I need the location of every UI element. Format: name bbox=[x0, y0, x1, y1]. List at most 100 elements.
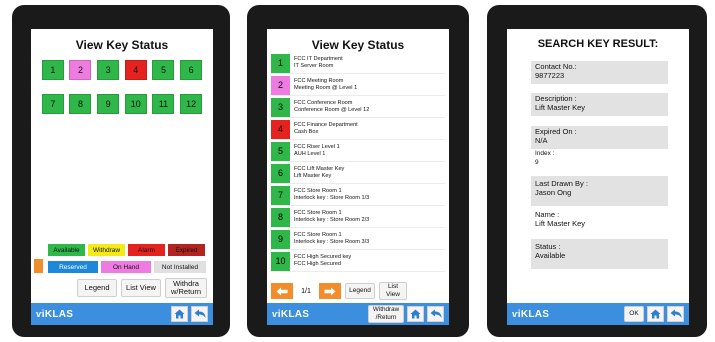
key-slot[interactable]: 11 bbox=[152, 94, 175, 114]
home-icon bbox=[650, 309, 661, 319]
key-description: FCC Conference Room Conference Room @ Lev… bbox=[294, 100, 369, 114]
legend-row-1: Available Withdraw Alarm Expired bbox=[48, 244, 205, 256]
expired-field: Expired On : N/A bbox=[531, 126, 668, 149]
ok-button[interactable]: OK bbox=[624, 306, 644, 322]
list-item[interactable]: 8 FCC Store Room 1 Interlock key : Store R… bbox=[271, 207, 445, 228]
key-slot[interactable]: 12 bbox=[180, 94, 203, 114]
key-location: FCC Lift Master Key bbox=[294, 166, 345, 172]
list-item[interactable]: 7 FCC Store Room 1 Interlock key : Store R… bbox=[271, 185, 445, 206]
status-label: Status : bbox=[535, 242, 561, 251]
footer-bar: ⱱiKLAS bbox=[31, 303, 213, 325]
footer-bar: ⱱiKLAS OK bbox=[507, 303, 689, 325]
key-description: FCC Store Room 1 Interlock key : Store Ro… bbox=[294, 188, 369, 202]
bottom-buttons: Legend List View Withdra w/Return bbox=[77, 278, 207, 298]
legend-chip: Available bbox=[48, 244, 85, 256]
legend-chip: Expired bbox=[168, 244, 205, 256]
legend-button[interactable]: Legend bbox=[77, 279, 117, 297]
iklas-logo: ⱱiKLAS bbox=[512, 309, 549, 320]
index-label: Index : bbox=[535, 150, 555, 157]
page-title: View Key Status bbox=[75, 38, 169, 52]
key-detail: IT Server Room bbox=[294, 63, 334, 69]
home-button[interactable] bbox=[407, 306, 424, 322]
list-item[interactable]: 5 FCC Riser Level 1 AUH Level 1 bbox=[271, 141, 445, 162]
withdraw-return-button[interactable]: Withdraw /Return bbox=[368, 305, 404, 323]
key-detail: Interlock key : Store Room 3/3 bbox=[294, 239, 370, 245]
contact-label: Contact No.: bbox=[535, 62, 577, 71]
key-slot[interactable]: 1 bbox=[41, 60, 64, 80]
key-list: 1 FCC IT Department IT Server Room 2 FCC Mee… bbox=[271, 53, 445, 273]
legend-button[interactable]: Legend bbox=[345, 283, 375, 299]
key-description: FCC Finance Department Cash Box bbox=[294, 122, 358, 136]
home-button[interactable] bbox=[171, 306, 188, 322]
footer-actions: Withdraw /Return bbox=[368, 305, 444, 323]
key-slot[interactable]: 6 bbox=[180, 60, 203, 80]
home-icon bbox=[410, 309, 421, 319]
key-number-badge: 4 bbox=[271, 119, 290, 139]
list-item[interactable]: 2 FCC Meeting Room Meeting Room @ Level 1 bbox=[271, 75, 445, 96]
status-field: Status : Available bbox=[531, 239, 668, 269]
footer-actions bbox=[171, 306, 208, 322]
back-button[interactable] bbox=[427, 306, 444, 322]
description-field: Description : Lift Master Key bbox=[531, 93, 668, 116]
back-button[interactable] bbox=[191, 306, 208, 322]
prev-page-button[interactable] bbox=[271, 283, 293, 299]
key-slot[interactable]: 2 bbox=[69, 60, 92, 80]
name-label: Name : bbox=[535, 210, 560, 219]
key-slot[interactable]: 9 bbox=[97, 94, 120, 114]
key-detail: Interlock key : Store Room 2/3 bbox=[294, 217, 370, 223]
list-view-line1: List bbox=[387, 283, 399, 290]
tablet-search-result: SEARCH KEY RESULT: Contact No.: 9877223 … bbox=[487, 5, 707, 337]
key-number-badge: 10 bbox=[271, 251, 290, 271]
key-description: FCC Store Room 1 Interlock key : Store Ro… bbox=[294, 210, 369, 224]
iklas-logo: ⱱiKLAS bbox=[36, 309, 73, 320]
list-item[interactable]: 4 FCC Finance Department Cash Box bbox=[271, 119, 445, 140]
key-location: FCC IT Department bbox=[294, 56, 343, 62]
list-item[interactable]: 9 FCC Store Room 1 Interlock key : Store R… bbox=[271, 229, 445, 250]
back-button[interactable] bbox=[667, 306, 684, 322]
back-arrow-icon bbox=[670, 309, 681, 318]
home-button[interactable] bbox=[647, 306, 664, 322]
withdraw-line2: /Return bbox=[375, 314, 397, 321]
key-detail: AUH Level 1 bbox=[294, 151, 326, 157]
list-view-button[interactable]: List View bbox=[379, 282, 407, 300]
next-page-button[interactable] bbox=[319, 283, 341, 299]
key-slot[interactable]: 10 bbox=[124, 94, 147, 114]
key-detail: Conference Room @ Level 12 bbox=[294, 107, 370, 113]
key-location: FCC Store Room 1 bbox=[294, 232, 342, 238]
key-slot[interactable]: 4 bbox=[124, 60, 147, 80]
key-detail: Interlock key : Store Room 1/3 bbox=[294, 195, 370, 201]
list-item[interactable]: 3 FCC Conference Room Conference Room @ Le… bbox=[271, 97, 445, 118]
list-item[interactable]: 6 FCC Lift Master Key Lift Master Key bbox=[271, 163, 445, 184]
page-title: SEARCH KEY RESULT: bbox=[537, 38, 659, 50]
status-value: Available bbox=[535, 251, 566, 260]
key-slot[interactable]: 5 bbox=[152, 60, 175, 80]
name-field: Name : Lift Master Key bbox=[531, 209, 668, 232]
page-title: View Key Status bbox=[311, 38, 405, 52]
key-number-badge: 7 bbox=[271, 185, 290, 205]
last-drawn-field: Last Drawn By : Jason Ong bbox=[531, 176, 668, 206]
key-location: FCC Finance Department bbox=[294, 122, 358, 128]
key-location: FCC Store Room 1 bbox=[294, 210, 342, 216]
list-item[interactable]: 10 FCC High Secured key FCC High Secured bbox=[271, 251, 445, 272]
withdraw-line1: Withdraw bbox=[372, 306, 400, 313]
back-arrow-icon bbox=[430, 309, 441, 318]
logo-text: iKLAS bbox=[41, 308, 74, 320]
list-item[interactable]: 1 FCC IT Department IT Server Room bbox=[271, 53, 445, 74]
withdraw-return-button[interactable]: Withdra w/Return bbox=[165, 278, 207, 298]
arrow-left-icon bbox=[276, 287, 288, 295]
key-slot[interactable]: 3 bbox=[97, 60, 120, 80]
key-slot[interactable]: 8 bbox=[69, 94, 92, 114]
key-slot[interactable]: 7 bbox=[41, 94, 64, 114]
legend-collapse-tab[interactable] bbox=[34, 259, 43, 273]
list-view-button[interactable]: List View bbox=[121, 279, 161, 297]
legend-row-2: Reserved On Hand Not Installed bbox=[48, 261, 206, 273]
key-grid: 1 2 3 4 5 6 7 8 9 10 11 12 bbox=[39, 60, 205, 114]
key-number-badge: 9 bbox=[271, 229, 290, 249]
key-description: FCC Lift Master Key Lift Master Key bbox=[294, 166, 344, 180]
key-number-badge: 8 bbox=[271, 207, 290, 227]
arrow-right-icon bbox=[324, 287, 336, 295]
key-location: FCC Meeting Room bbox=[294, 78, 344, 84]
key-description: FCC Store Room 1 Interlock key : Store Ro… bbox=[294, 232, 369, 246]
expired-label: Expired On : bbox=[535, 127, 577, 136]
key-description: FCC Meeting Room Meeting Room @ Level 1 bbox=[294, 78, 357, 92]
